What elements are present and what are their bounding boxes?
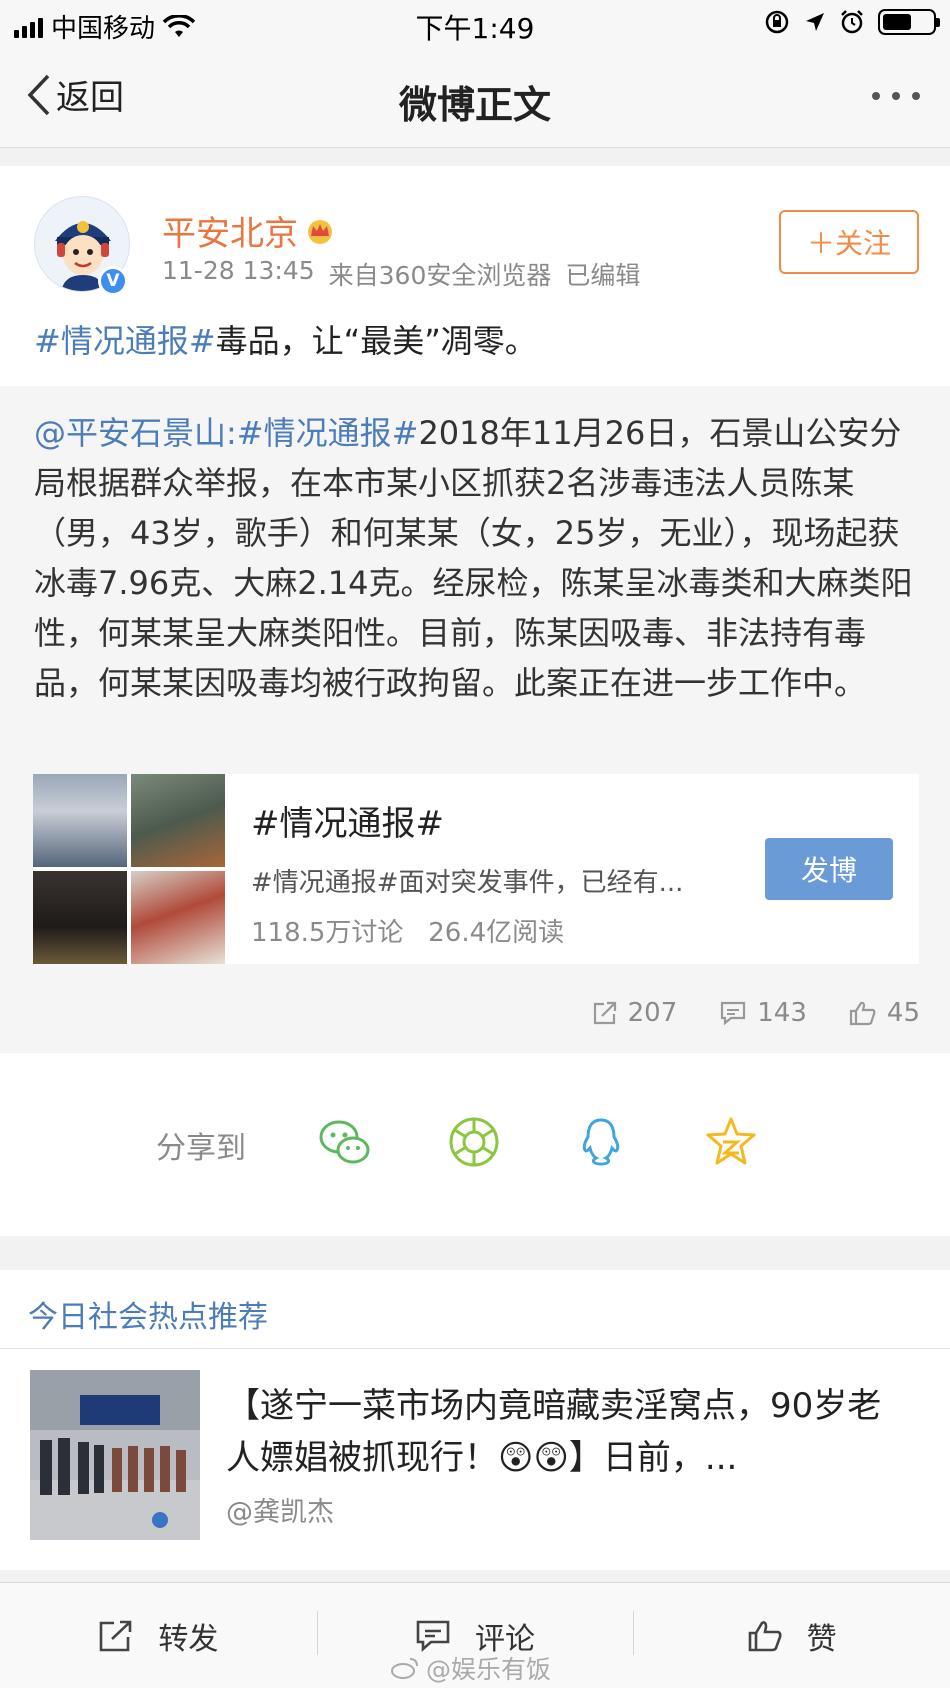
mention-link[interactable]: @平安石景山 [34,414,226,452]
topic-card-title: #情况通报# [251,804,444,844]
repost-label: 转发 [158,1621,219,1657]
topic-link[interactable]: #情况通报# [34,322,216,360]
thumbs-up-icon [849,1001,876,1026]
topic-card-stats: 118.5万讨论 26.4亿阅读 [251,918,565,948]
location-icon [806,13,824,31]
verified-badge-icon: V [98,266,128,296]
like-button[interactable]: 赞 [633,1583,950,1688]
repost-topic-link[interactable]: #情况通报# [237,414,419,452]
weibo-post: V 平安北京 11-28 13:45 来自360安全浏览器 已编辑 ＋关注 #情… [0,166,950,1052]
post-source: 来自360安全浏览器 [328,261,552,290]
status-bar: 中国移动 下午1:49 [0,0,950,48]
post-meta: 11-28 13:45 来自360安全浏览器 已编辑 [162,256,640,292]
edited-label: 已编辑 [565,261,641,290]
share-icon [593,1001,616,1025]
comment-icon [416,1620,450,1652]
weibo-logo-icon [391,1658,418,1679]
alarm-icon [841,10,863,34]
qq-icon[interactable] [574,1115,628,1169]
topic-card[interactable]: #情况通报# #情况通报#面对突发事件，已经有... 118.5万讨论 26.4… [33,774,919,964]
repost-text: @平安石景山:#情况通报#2018年11月26日，石景山公安分局根据群众举报，在… [34,414,913,702]
share-label: 分享到 [156,1131,246,1166]
thumbs-up-icon [748,1620,782,1651]
hot-item-title[interactable]: 【遂宁一菜市场内竟暗藏卖淫窝点，90岁老人嫖娼被抓现行！😲😲】日前，... [226,1380,906,1484]
moments-icon[interactable] [447,1115,501,1169]
repost-count-button[interactable]: 207 [592,998,677,1028]
nav-bar: 返回 微博正文 [0,48,950,148]
like-label: 赞 [806,1621,837,1657]
repost-button[interactable]: 转发 [0,1583,317,1688]
repost-block[interactable]: @平安石景山:#情况通报#2018年11月26日，石景山公安分局根据群众举报，在… [0,386,950,1052]
username[interactable]: 平安北京 [162,206,336,255]
more-button[interactable] [872,92,920,100]
share-icon [100,1620,132,1651]
post-text: #情况通报#毒品，让“最美”凋零。 [34,316,537,362]
wechat-icon[interactable] [318,1115,372,1169]
like-count-button[interactable]: 45 [849,998,920,1028]
crown-icon [308,219,332,244]
post-time: 11-28 13:45 [162,256,315,285]
battery-icon [878,9,940,35]
repost-body: 2018年11月26日，石景山公安分局根据群众举报，在本市某小区抓获2名涉毒违法… [34,414,913,702]
hot-recommendations: 今日社会热点推荐 【遂宁一菜市场内竟暗藏卖淫窝点，90岁老人嫖娼被抓现行！😲😲】… [0,1270,950,1570]
page-title: 微博正文 [398,83,551,127]
watermark: @娱乐有饭 [390,1650,551,1686]
follow-button[interactable]: ＋关注 [779,210,919,274]
hot-section-title: 今日社会热点推荐 [28,1300,268,1335]
repost-actions: 207 143 45 [592,998,920,1028]
qzone-icon[interactable] [704,1115,758,1169]
post-topic-button[interactable]: 发博 [765,838,893,900]
share-section: 分享到 [0,1053,950,1236]
rotation-lock-icon [765,10,789,34]
comment-icon [721,1001,746,1026]
hot-item-author[interactable]: @龚凯杰 [226,1490,334,1529]
post-body: 毒品，让“最美”凋零。 [215,322,537,360]
topic-card-thumbnails [33,774,225,964]
topic-card-desc: #情况通报#面对突发事件，已经有... [251,868,684,898]
hot-item-thumbnail[interactable] [30,1370,200,1540]
divider [0,1348,950,1349]
comment-count-button[interactable]: 143 [719,998,807,1028]
